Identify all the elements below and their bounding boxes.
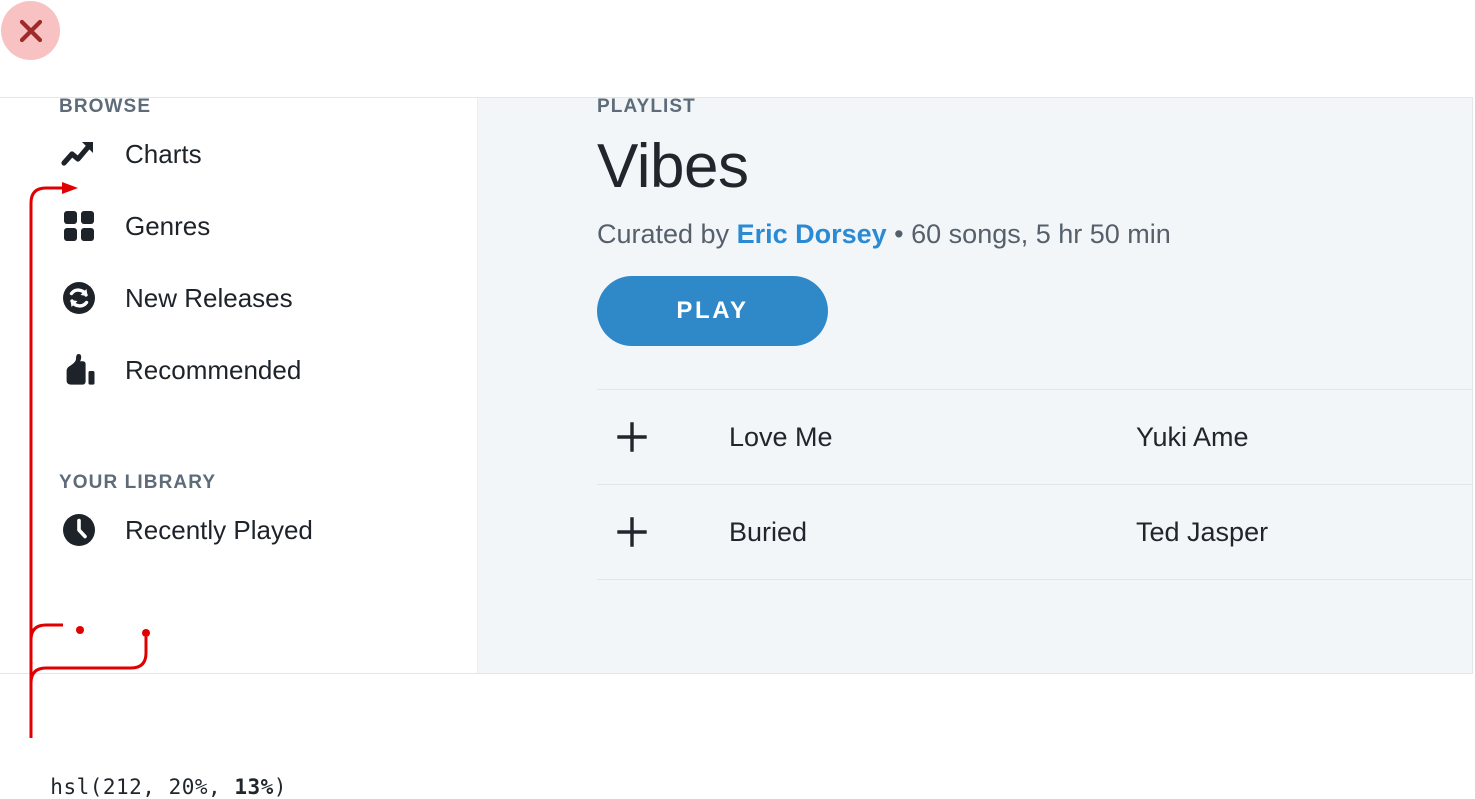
sidebar-section-label-your-library: YOUR LIBRARY — [59, 472, 217, 493]
refresh-circle-icon — [59, 278, 103, 318]
plus-icon[interactable] — [597, 420, 667, 454]
sidebar-section-label-browse: BROWSE — [59, 97, 152, 117]
sidebar-item-recently-played[interactable]: Recently Played — [0, 494, 477, 566]
clock-icon — [59, 510, 103, 550]
thumbs-up-icon — [59, 350, 103, 390]
sidebar-library-list: Recently Played — [0, 494, 477, 566]
track-artist: Ted Jasper — [1136, 516, 1269, 547]
playlist-meta-separator: • — [886, 219, 912, 250]
sidebar-browse-list: Charts Genres New Releases Recommended — [0, 118, 477, 406]
playlist-meta-stats: 60 songs, 5 hr 50 min — [911, 219, 1171, 250]
track-artist: Yuki Ame — [1136, 421, 1249, 452]
color-code-caption: hsl(212, 20%, 13%) — [24, 751, 287, 799]
sidebar-item-label: Genres — [125, 211, 211, 241]
sidebar: BROWSE Charts Genres New Releases Recomm… — [0, 98, 478, 673]
playlist-panel: PLAYLIST Vibes Curated by Eric Dorsey • … — [478, 98, 1472, 673]
close-button[interactable] — [1, 1, 60, 60]
table-row[interactable]: Love Me Yuki Ame — [597, 390, 1472, 486]
sidebar-item-label: New Releases — [125, 283, 293, 313]
code-suffix: ) — [273, 775, 287, 799]
track-title: Buried — [729, 516, 808, 547]
close-icon — [16, 16, 46, 46]
playlist-title: Vibes — [597, 132, 749, 201]
playlist-kicker: PLAYLIST — [597, 97, 696, 117]
play-button[interactable]: PLAY — [597, 276, 828, 347]
track-list: Love Me Yuki Ame Buried Ted Jasper — [597, 389, 1472, 581]
plus-icon[interactable] — [597, 515, 667, 549]
sidebar-item-label: Charts — [125, 139, 202, 169]
playlist-meta: Curated by Eric Dorsey • 60 songs, 5 hr … — [597, 221, 1472, 248]
grid-squares-icon — [59, 206, 103, 246]
sidebar-item-charts[interactable]: Charts — [0, 118, 477, 190]
track-title: Love Me — [729, 421, 833, 452]
sidebar-item-genres[interactable]: Genres — [0, 190, 477, 262]
sidebar-item-new-releases[interactable]: New Releases — [0, 262, 477, 334]
music-app-card: BROWSE Charts Genres New Releases Recomm… — [0, 97, 1473, 674]
trending-up-icon — [59, 134, 103, 174]
sidebar-item-label: Recommended — [125, 355, 302, 385]
table-row[interactable]: Buried Ted Jasper — [597, 485, 1472, 581]
code-highlight: 13% — [234, 775, 274, 799]
sidebar-item-recommended[interactable]: Recommended — [0, 334, 477, 406]
playlist-meta-prefix: Curated by — [597, 219, 737, 250]
playlist-curator-link[interactable]: Eric Dorsey — [737, 219, 887, 249]
sidebar-item-label: Recently Played — [125, 515, 313, 545]
code-prefix: hsl(212, 20%, — [50, 775, 235, 799]
